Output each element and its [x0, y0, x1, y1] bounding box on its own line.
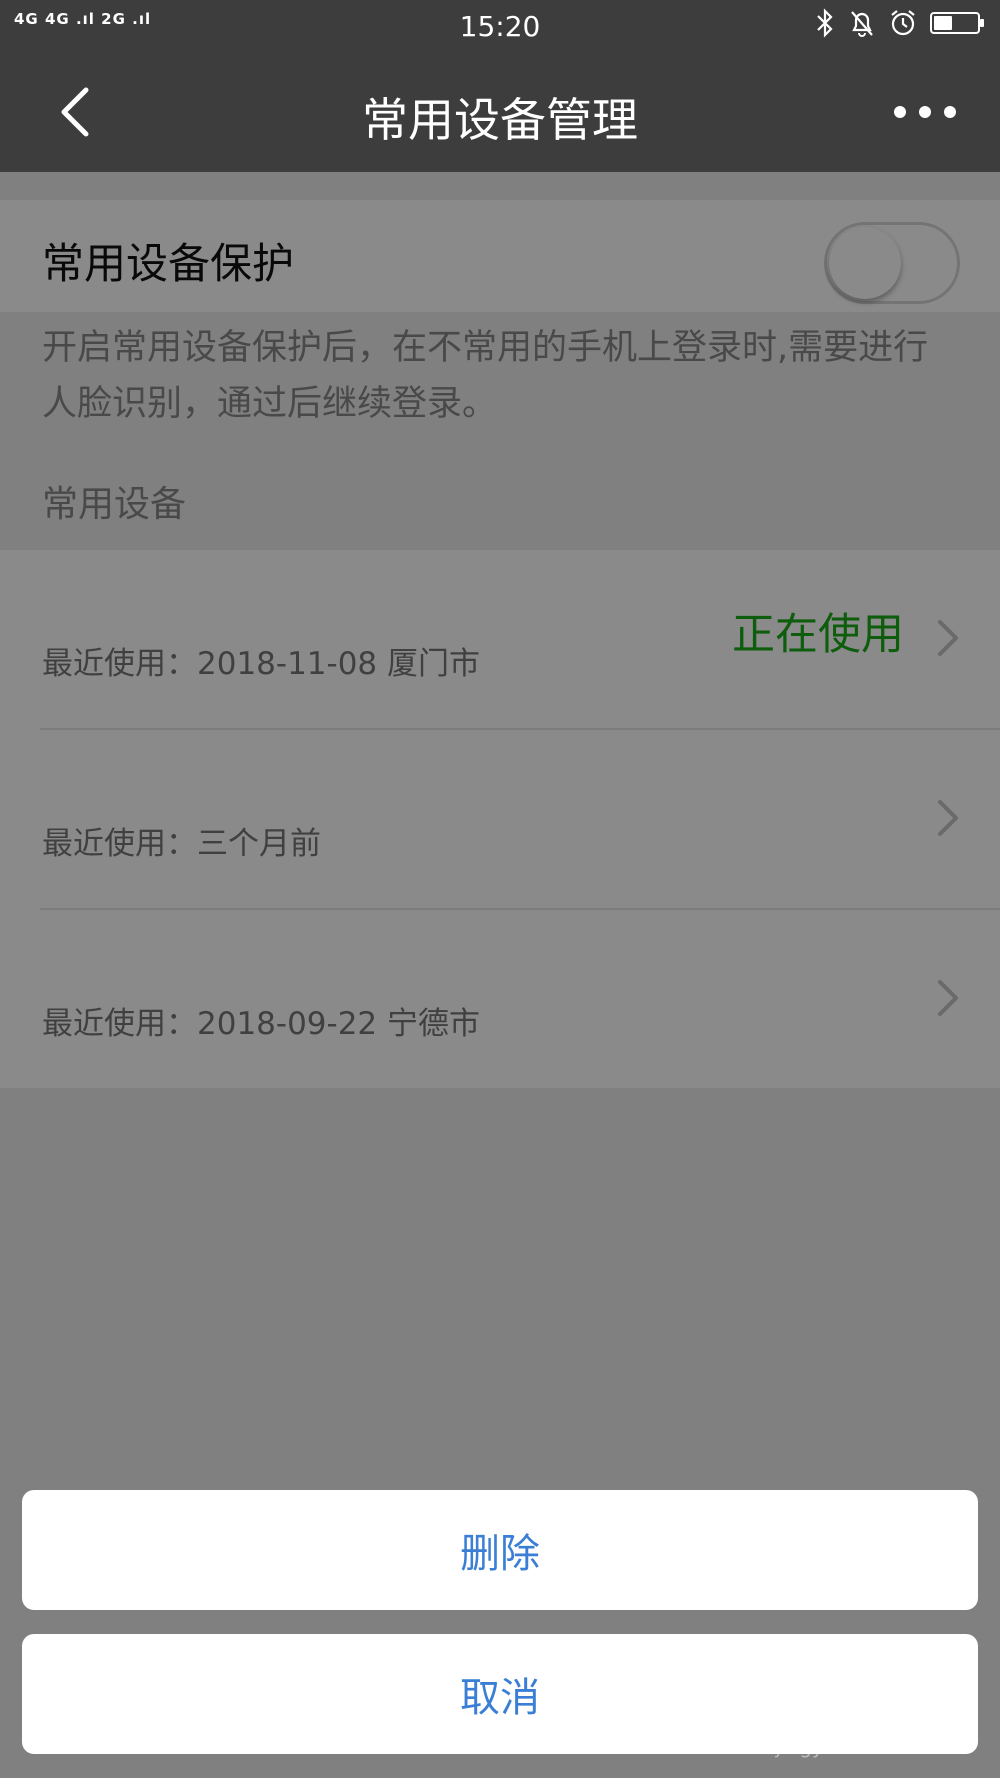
- watermark-url: jingyan.baidu.com: [775, 1734, 960, 1758]
- system-icons: [814, 8, 984, 38]
- page-title: 常用设备管理: [362, 93, 638, 147]
- watermark: Baidu经验 jingyan.baidu.com: [751, 1687, 960, 1764]
- alarm-icon: [891, 10, 915, 36]
- more-dots-icon[interactable]: [890, 92, 960, 132]
- status-bar: 4G 4G .ıl 2G .ıl 15:20: [0, 0, 1000, 52]
- navigation-bar: 常用设备管理: [0, 52, 1000, 172]
- watermark-brand: Baidu经验: [751, 1687, 960, 1733]
- bluetooth-icon: [817, 8, 833, 38]
- battery-icon: [930, 12, 984, 34]
- delete-button[interactable]: 删除: [22, 1490, 978, 1610]
- bell-off-icon: [851, 11, 873, 37]
